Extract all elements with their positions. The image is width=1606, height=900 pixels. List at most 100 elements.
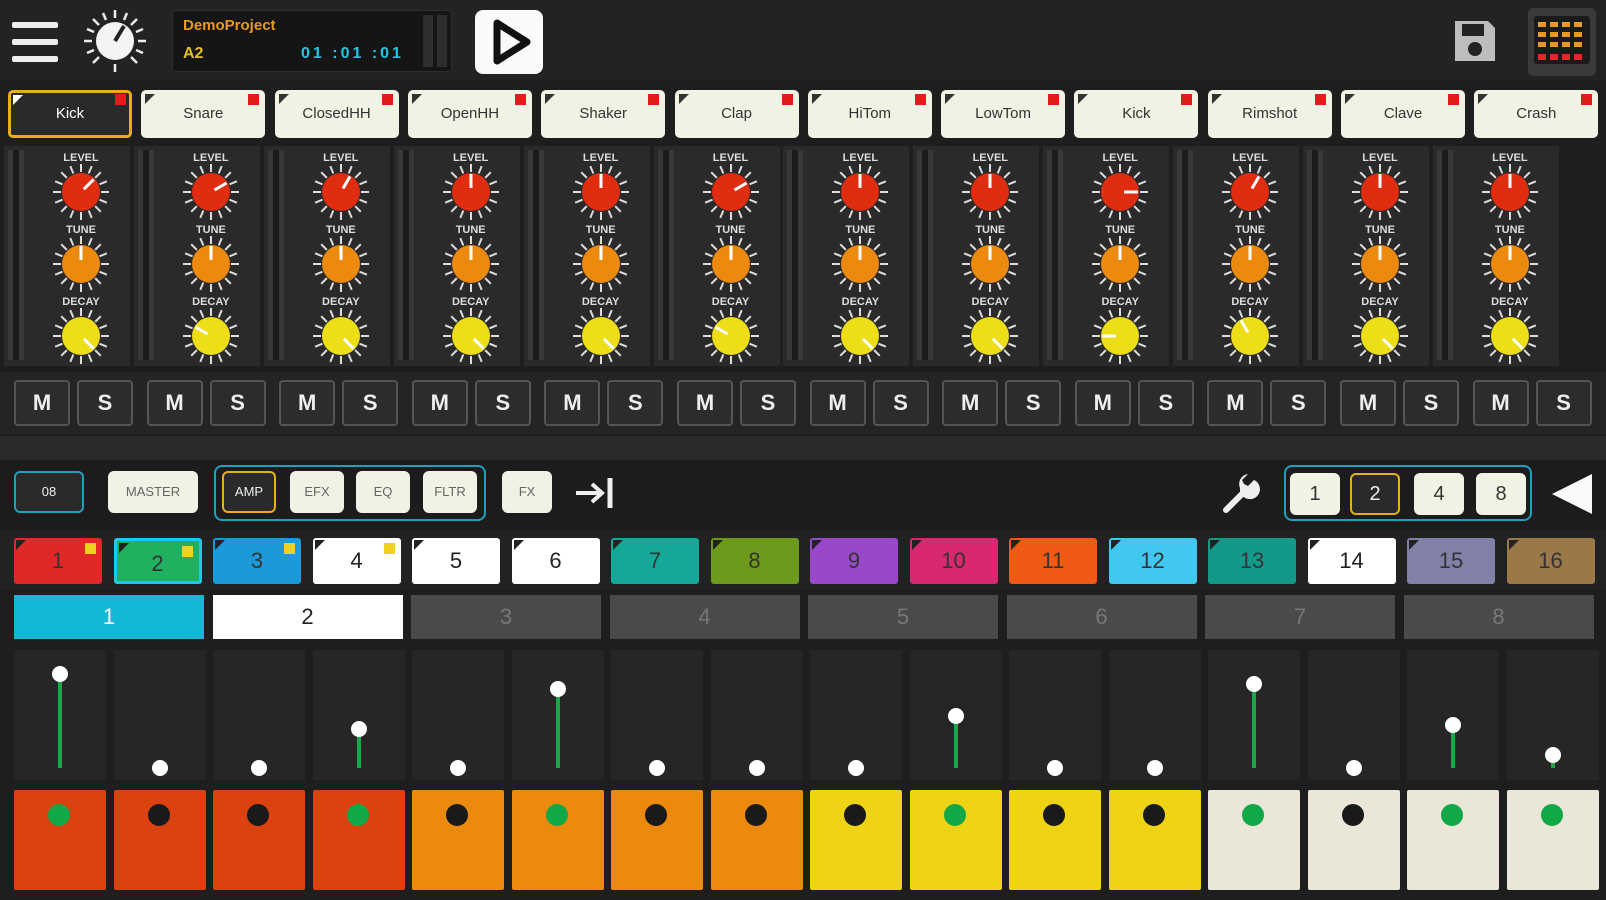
solo-button[interactable]: S — [740, 380, 796, 426]
step-button[interactable] — [412, 790, 504, 890]
solo-button[interactable]: S — [1005, 380, 1062, 426]
instrument-tab[interactable]: Rimshot — [1207, 90, 1332, 138]
level-knob[interactable] — [441, 162, 501, 222]
step-button[interactable] — [1108, 790, 1201, 890]
velocity-column[interactable] — [312, 650, 405, 780]
tune-knob[interactable] — [311, 234, 371, 294]
fltr-button[interactable]: FLTR — [423, 471, 477, 513]
pattern-slot[interactable]: 5 — [412, 538, 500, 584]
step-button[interactable] — [213, 790, 305, 890]
pattern-slot[interactable]: 6 — [511, 538, 600, 584]
bar-selector[interactable]: 7 — [1205, 595, 1395, 639]
pattern-slot[interactable]: 4 — [312, 538, 401, 584]
decay-knob[interactable] — [441, 306, 501, 366]
velocity-handle[interactable] — [1345, 760, 1362, 776]
pattern-length-button[interactable]: 2 — [1350, 473, 1400, 515]
mute-button[interactable]: M — [942, 380, 999, 426]
velocity-column[interactable] — [412, 650, 504, 780]
decay-knob[interactable] — [571, 306, 631, 366]
pattern-slot[interactable]: 13 — [1208, 538, 1296, 584]
velocity-handle[interactable] — [450, 760, 466, 776]
pattern-slot[interactable]: 3 — [213, 538, 301, 584]
step-button[interactable] — [1407, 790, 1499, 890]
level-knob[interactable] — [1090, 162, 1150, 222]
velocity-column[interactable] — [810, 650, 902, 780]
step-button[interactable] — [810, 790, 902, 890]
mixer-grid-button[interactable] — [1528, 8, 1596, 76]
step-button[interactable] — [1506, 790, 1599, 890]
level-knob[interactable] — [181, 162, 241, 222]
velocity-handle[interactable] — [1246, 676, 1262, 692]
instrument-tab[interactable]: ClosedHH — [274, 90, 399, 138]
decay-knob[interactable] — [311, 306, 371, 366]
velocity-handle[interactable] — [848, 760, 864, 776]
velocity-column[interactable] — [113, 650, 206, 780]
bar-selector[interactable]: 2 — [212, 595, 403, 639]
velocity-handle[interactable] — [1445, 717, 1461, 733]
bar-selector[interactable]: 6 — [1006, 595, 1197, 639]
step-button[interactable] — [909, 790, 1002, 890]
arrow-to-line-icon[interactable] — [574, 474, 618, 512]
velocity-column[interactable] — [1208, 650, 1300, 780]
tune-knob[interactable] — [1480, 234, 1540, 294]
save-button[interactable] — [1452, 18, 1498, 64]
decay-knob[interactable] — [960, 306, 1020, 366]
pattern-slot[interactable]: 12 — [1108, 538, 1197, 584]
mute-button[interactable]: M — [1340, 380, 1396, 426]
mute-button[interactable]: M — [14, 380, 70, 426]
velocity-column[interactable] — [1009, 650, 1101, 780]
instrument-tab[interactable]: Clap — [674, 90, 799, 138]
mute-button[interactable]: M — [677, 380, 733, 426]
tune-knob[interactable] — [571, 234, 631, 294]
instrument-tab[interactable]: Kick — [8, 90, 132, 138]
pattern-slot[interactable]: 1 — [14, 538, 102, 584]
decay-knob[interactable] — [51, 306, 111, 366]
tune-knob[interactable] — [1350, 234, 1410, 294]
velocity-column[interactable] — [511, 650, 604, 780]
bar-selector[interactable]: 3 — [411, 595, 601, 639]
pattern-slot[interactable]: 14 — [1307, 538, 1396, 584]
pattern-length-button[interactable]: 8 — [1476, 473, 1526, 515]
pattern-slot[interactable]: 2 — [113, 538, 202, 584]
level-knob[interactable] — [830, 162, 890, 222]
step-button[interactable] — [1009, 790, 1101, 890]
master-button[interactable]: MASTER — [108, 471, 198, 513]
velocity-column[interactable] — [611, 650, 703, 780]
instrument-tab[interactable]: Crash — [1474, 90, 1599, 138]
decay-knob[interactable] — [830, 306, 890, 366]
velocity-column[interactable] — [1407, 650, 1499, 780]
step-button[interactable] — [312, 790, 405, 890]
velocity-handle[interactable] — [549, 681, 566, 697]
pattern-slot[interactable]: 10 — [909, 538, 998, 584]
level-knob[interactable] — [1220, 162, 1280, 222]
hamburger-menu-icon[interactable] — [12, 22, 58, 62]
tune-knob[interactable] — [1220, 234, 1280, 294]
step-button[interactable] — [611, 790, 703, 890]
velocity-handle[interactable] — [151, 760, 168, 776]
tune-knob[interactable] — [830, 234, 890, 294]
velocity-handle[interactable] — [350, 721, 367, 737]
fx-button[interactable]: FX — [502, 471, 552, 513]
pattern-slot[interactable]: 16 — [1506, 538, 1595, 584]
velocity-column[interactable] — [1307, 650, 1400, 780]
eq-button[interactable]: EQ — [356, 471, 410, 513]
tune-knob[interactable] — [960, 234, 1020, 294]
step-button[interactable] — [1307, 790, 1400, 890]
velocity-handle[interactable] — [52, 666, 68, 682]
velocity-column[interactable] — [909, 650, 1002, 780]
mute-button[interactable]: M — [544, 380, 601, 426]
wrench-icon[interactable] — [1218, 470, 1264, 516]
level-knob[interactable] — [51, 162, 111, 222]
velocity-column[interactable] — [710, 650, 803, 780]
track-count-button[interactable]: 08 — [14, 471, 84, 513]
velocity-handle[interactable] — [649, 760, 665, 776]
solo-button[interactable]: S — [209, 380, 266, 426]
mute-button[interactable]: M — [1472, 380, 1529, 426]
instrument-tab[interactable]: Shaker — [541, 90, 666, 138]
velocity-handle[interactable] — [1047, 760, 1063, 776]
amp-button[interactable]: AMP — [222, 471, 276, 513]
pattern-slot[interactable]: 9 — [810, 538, 898, 584]
step-button[interactable] — [14, 790, 106, 890]
velocity-handle[interactable] — [947, 708, 964, 724]
step-button[interactable] — [1208, 790, 1300, 890]
